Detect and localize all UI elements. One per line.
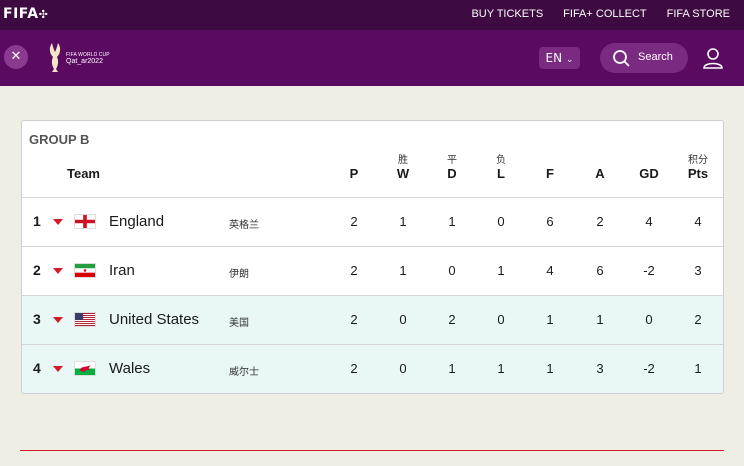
col-header-a: A: [595, 166, 605, 181]
col-cn-l: 负: [496, 155, 506, 166]
col-cn-pts: 积分: [688, 155, 708, 166]
trend-down-icon: [53, 268, 63, 274]
stat-d: 0: [448, 263, 456, 278]
stat-l: 1: [497, 361, 505, 376]
close-icon[interactable]: ✕: [4, 45, 28, 69]
col-cn-d: 平: [447, 155, 457, 166]
stat-p: 2: [350, 214, 358, 229]
team-name-cn: 威尔士: [229, 367, 259, 378]
stat-f: 4: [546, 263, 554, 278]
team-name[interactable]: England: [109, 213, 164, 230]
chevron-down-icon: ⌄: [565, 55, 574, 65]
team-column-header: Team: [67, 166, 100, 181]
col-header-l: L: [497, 166, 505, 181]
fifa-logo[interactable]: FIFA✣: [3, 6, 48, 22]
search-button[interactable]: Search: [600, 43, 688, 73]
section-divider: [20, 450, 724, 451]
stat-gd: 4: [645, 214, 653, 229]
top-bar: FIFA✣ BUY TICKETS FIFA+ COLLECT FIFA STO…: [0, 0, 744, 30]
stat-a: 6: [596, 263, 604, 278]
stat-l: 1: [497, 263, 505, 278]
stat-d: 1: [448, 214, 456, 229]
col-header-pts: Pts: [687, 166, 709, 181]
stat-w: 0: [399, 312, 407, 327]
position: 4: [33, 360, 41, 376]
stat-a: 3: [596, 361, 604, 376]
table-row[interactable]: 2 Iran 伊朗 2 1 0 1 4 6 -2 3: [22, 247, 723, 295]
team-name[interactable]: United States: [109, 311, 199, 328]
stat-p: 2: [350, 312, 358, 327]
nav-bar: ✕ FIFA WORLD CUP Qat_ar2022 EN ⌄ Search: [0, 30, 744, 86]
stat-d: 2: [448, 312, 456, 327]
trend-down-icon: [53, 317, 63, 323]
england-flag-icon: [74, 214, 96, 229]
stat-d: 1: [448, 361, 456, 376]
stat-l: 0: [497, 312, 505, 327]
stat-pts: 3: [694, 263, 702, 278]
stat-pts: 2: [694, 312, 702, 327]
stat-f: 6: [546, 214, 554, 229]
world-cup-logo[interactable]: FIFA WORLD CUP Qat_ar2022: [46, 42, 116, 74]
trend-down-icon: [53, 366, 63, 372]
stat-p: 2: [350, 361, 358, 376]
search-icon: [613, 50, 630, 67]
group-title: GROUP B: [29, 132, 90, 147]
wales-flag-icon: [74, 361, 96, 376]
col-header-p: P: [349, 166, 359, 181]
language-selector[interactable]: EN ⌄: [539, 47, 580, 69]
trend-down-icon: [53, 219, 63, 225]
stat-a: 1: [596, 312, 604, 327]
fifa-collect-link[interactable]: FIFA+ COLLECT: [563, 8, 646, 20]
trophy-icon: [49, 43, 61, 72]
stat-pts: 4: [694, 214, 702, 229]
stat-p: 2: [350, 263, 358, 278]
stat-gd: 0: [645, 312, 653, 327]
stat-w: 1: [399, 214, 407, 229]
stat-l: 0: [497, 214, 505, 229]
standings-table: GROUP B Team 胜 平 负 积分 P W D L F A GD Pts…: [21, 120, 724, 394]
buy-tickets-link[interactable]: BUY TICKETS: [471, 8, 543, 20]
team-name[interactable]: Wales: [109, 360, 150, 377]
col-header-w: W: [396, 166, 410, 181]
usa-flag-icon: [74, 312, 96, 327]
col-header-gd: GD: [639, 166, 659, 181]
iran-flag-icon: [74, 263, 96, 278]
stat-gd: -2: [643, 263, 655, 278]
team-name[interactable]: Iran: [109, 262, 135, 279]
stat-f: 1: [546, 361, 554, 376]
user-icon[interactable]: [702, 47, 724, 69]
stat-pts: 1: [694, 361, 702, 376]
col-cn-w: 胜: [398, 155, 408, 166]
col-header-d: D: [447, 166, 457, 181]
table-row[interactable]: 3 United States 美国 2 0 2 0 1 1 0 2: [22, 296, 723, 344]
stat-a: 2: [596, 214, 604, 229]
top-links: BUY TICKETS FIFA+ COLLECT FIFA STORE: [471, 8, 730, 20]
stat-f: 1: [546, 312, 554, 327]
stat-w: 1: [399, 263, 407, 278]
team-name-cn: 英格兰: [229, 220, 259, 231]
position: 1: [33, 213, 41, 229]
stat-w: 0: [399, 361, 407, 376]
col-header-f: F: [546, 166, 554, 181]
position: 3: [33, 311, 41, 327]
position: 2: [33, 262, 41, 278]
team-name-cn: 伊朗: [229, 269, 249, 280]
stat-gd: -2: [643, 361, 655, 376]
fifa-store-link[interactable]: FIFA STORE: [667, 8, 730, 20]
table-row[interactable]: 1 England 英格兰 2 1 1 0 6 2 4 4: [22, 198, 723, 246]
team-name-cn: 美国: [229, 318, 249, 329]
table-row[interactable]: 4 Wales 威尔士 2 0 1 1 1 3 -2 1: [22, 345, 723, 393]
